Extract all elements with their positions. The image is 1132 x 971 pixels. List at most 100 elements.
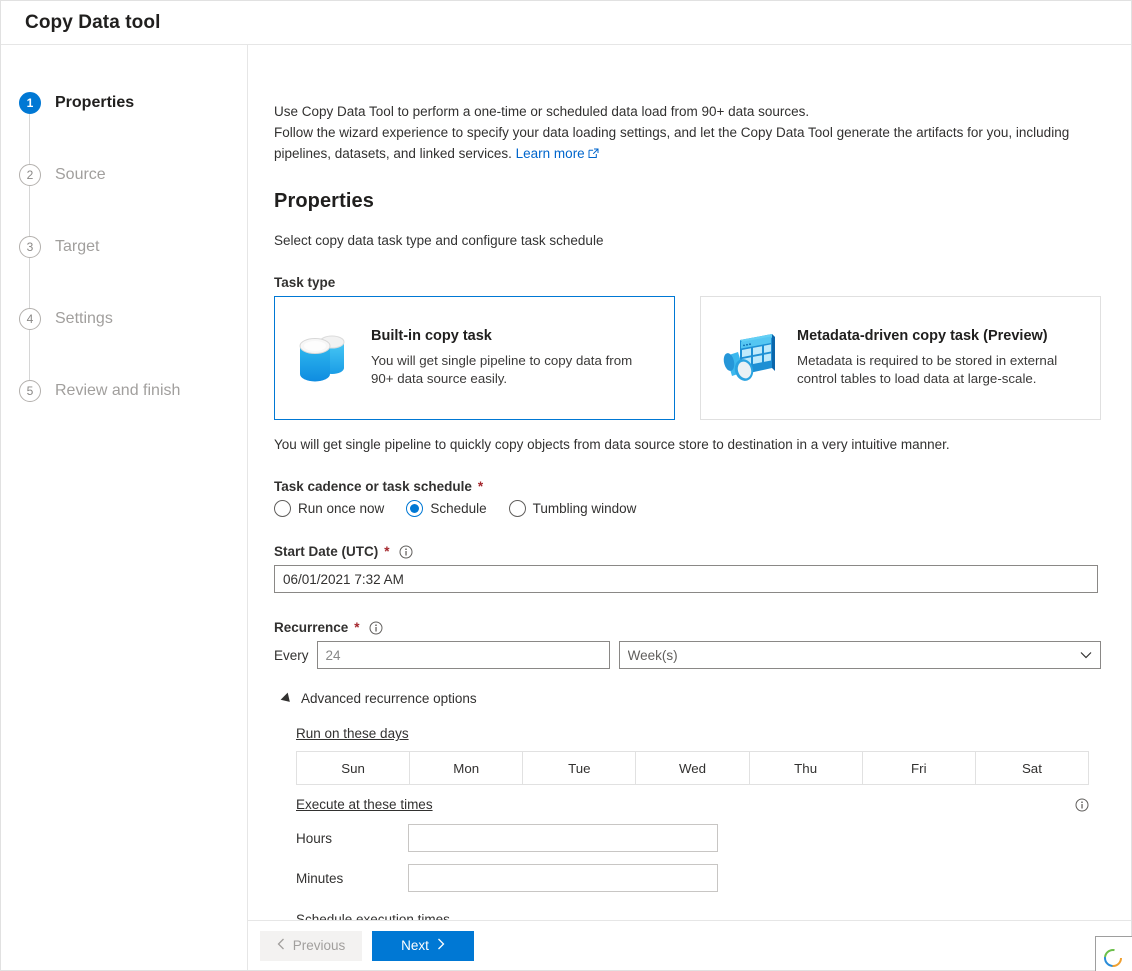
schedule-execution-times-label[interactable]: Schedule execution times	[296, 912, 450, 920]
info-icon[interactable]	[399, 545, 413, 559]
task-cadence-label: Task cadence or task schedule *	[274, 479, 1101, 494]
sidebar-step-source[interactable]: 2 Source	[1, 139, 247, 236]
task-type-label: Task type	[274, 275, 1101, 290]
step-label: Target	[55, 238, 100, 255]
radio-indicator	[274, 500, 291, 517]
radio-run-once-now[interactable]: Run once now	[274, 500, 384, 517]
intro-line-3: pipelines, datasets, and linked services…	[274, 146, 512, 161]
step-label: Properties	[55, 94, 135, 111]
properties-page-content: Use Copy Data Tool to perform a one-time…	[248, 45, 1131, 920]
triangle-expanded-icon	[280, 692, 294, 705]
every-label: Every	[274, 647, 309, 663]
card-text: Metadata-driven copy task (Preview) Meta…	[797, 328, 1084, 388]
start-date-input[interactable]	[274, 565, 1098, 593]
step-label: Source	[55, 166, 106, 183]
sidebar-step-properties[interactable]: 1 Properties	[1, 67, 247, 164]
recurrence-row: Every Week(s)	[274, 641, 1101, 669]
intro-paragraph: Use Copy Data Tool to perform a one-time…	[274, 101, 1101, 164]
radio-label: Run once now	[298, 501, 385, 516]
next-button-label: Next	[401, 938, 429, 953]
sidebar-step-settings[interactable]: 4 Settings	[1, 283, 247, 380]
required-asterisk: *	[384, 544, 390, 559]
task-type-card-group: Built-in copy task You will get single p…	[274, 296, 1101, 420]
hours-input[interactable]	[408, 824, 718, 852]
task-type-card-built-in-copy-task[interactable]: Built-in copy task You will get single p…	[274, 296, 675, 420]
step-connector-line	[29, 114, 30, 164]
sidebar-step-review-and-finish[interactable]: 5 Review and finish	[1, 355, 247, 427]
step-number-badge: 4	[19, 308, 41, 330]
day-cell-thu[interactable]: Thu	[748, 751, 863, 785]
info-icon[interactable]	[369, 621, 383, 635]
execute-at-these-times-label[interactable]: Execute at these times	[296, 797, 433, 812]
step-label: Review and finish	[55, 382, 181, 399]
main-pane: Use Copy Data Tool to perform a one-time…	[248, 45, 1132, 971]
day-cell-fri[interactable]: Fri	[861, 751, 976, 785]
hours-label: Hours	[296, 830, 333, 846]
page-subtitle: Select copy data task type and configure…	[274, 233, 604, 248]
hours-row: Hours	[296, 824, 1101, 852]
advanced-recurrence-options-toggle[interactable]: Advanced recurrence options	[280, 691, 1101, 706]
step-connector-line	[29, 330, 30, 380]
step-connector-line	[29, 186, 30, 236]
chevron-left-icon	[277, 938, 285, 953]
radio-indicator	[508, 500, 526, 517]
required-asterisk: *	[477, 479, 484, 494]
card-description: You will get single pipeline to copy dat…	[371, 353, 633, 386]
chevron-right-icon	[437, 938, 445, 953]
intro-line-1: Use Copy Data Tool to perform a one-time…	[274, 104, 810, 119]
learn-more-link[interactable]: Learn more	[516, 146, 585, 161]
minutes-input[interactable]	[408, 864, 718, 892]
radio-label: Tumbling window	[532, 501, 637, 516]
wizard-sidebar: 1 Properties 2 Source 3 Target 4 Setting	[1, 45, 248, 970]
copy-data-tool-window: Copy Data tool 1 Properties 2 Source 3 T…	[0, 0, 1132, 971]
recurrence-label-text: Recurrence	[274, 620, 349, 635]
sidebar-step-target[interactable]: 3 Target	[1, 211, 247, 308]
task-type-label-text: Task type	[274, 275, 336, 290]
day-cell-sun[interactable]: Sun	[295, 751, 411, 785]
previous-button-label: Previous	[292, 938, 346, 953]
run-on-these-days-label[interactable]: Run on these days	[296, 726, 409, 741]
next-button[interactable]: Next	[372, 930, 474, 961]
task-cadence-radio-group: Run once now Schedule Tumbling window	[274, 500, 1101, 517]
step-number-badge: 5	[19, 380, 41, 402]
radio-indicator	[406, 500, 424, 517]
metadata-table-magnifier-icon	[715, 322, 787, 394]
recurrence-interval-input[interactable]	[316, 641, 610, 669]
card-title: Metadata-driven copy task (Preview)	[797, 328, 1048, 344]
radio-schedule[interactable]: Schedule	[406, 500, 487, 517]
database-stack-icon	[289, 322, 361, 394]
day-cell-tue[interactable]: Tue	[522, 751, 637, 785]
wizard-steps: 1 Properties 2 Source 3 Target 4 Setting	[1, 67, 247, 427]
execute-at-these-times-header: Execute at these times	[296, 797, 1089, 812]
day-cell-mon[interactable]: Mon	[409, 751, 524, 785]
step-label: Settings	[55, 310, 113, 327]
card-description: Metadata is required to be stored in ext…	[797, 353, 1058, 386]
external-link-icon	[588, 148, 599, 159]
advanced-recurrence-options-label: Advanced recurrence options	[301, 691, 477, 706]
step-connector-line	[29, 258, 30, 308]
corner-clipped-widget[interactable]	[1095, 936, 1132, 971]
radio-label: Schedule	[430, 501, 487, 516]
page-title: Properties	[274, 190, 374, 212]
info-icon[interactable]	[1075, 798, 1089, 812]
day-cell-wed[interactable]: Wed	[635, 751, 750, 785]
wizard-footer: Previous Next	[248, 920, 1132, 971]
card-text: Built-in copy task You will get single p…	[371, 328, 658, 388]
recurrence-label: Recurrence *	[274, 620, 1101, 635]
previous-button[interactable]: Previous	[260, 930, 362, 961]
intro-line-2: Follow the wizard experience to specify …	[274, 125, 1070, 140]
recurrence-unit-select[interactable]: Week(s)	[618, 641, 1101, 669]
task-cadence-label-text: Task cadence or task schedule	[274, 479, 472, 494]
start-date-label-text: Start Date (UTC)	[274, 544, 379, 559]
intro-line-3-wrapper: pipelines, datasets, and linked services…	[274, 143, 1101, 164]
radio-tumbling-window[interactable]: Tumbling window	[508, 500, 637, 517]
window-titlebar: Copy Data tool	[1, 1, 1131, 45]
day-cell-sat[interactable]: Sat	[974, 751, 1090, 785]
minutes-row: Minutes	[296, 864, 1101, 892]
task-type-hint: You will get single pipeline to quickly …	[274, 437, 950, 452]
run-on-days-table: Sun Mon Tue Wed Thu Fri Sat	[295, 751, 1090, 785]
task-type-card-metadata-driven-copy-task[interactable]: Metadata-driven copy task (Preview) Meta…	[700, 296, 1101, 420]
minutes-label: Minutes	[296, 870, 344, 886]
table-row: Sun Mon Tue Wed Thu Fri Sat	[295, 751, 1090, 785]
card-title: Built-in copy task	[371, 328, 492, 344]
